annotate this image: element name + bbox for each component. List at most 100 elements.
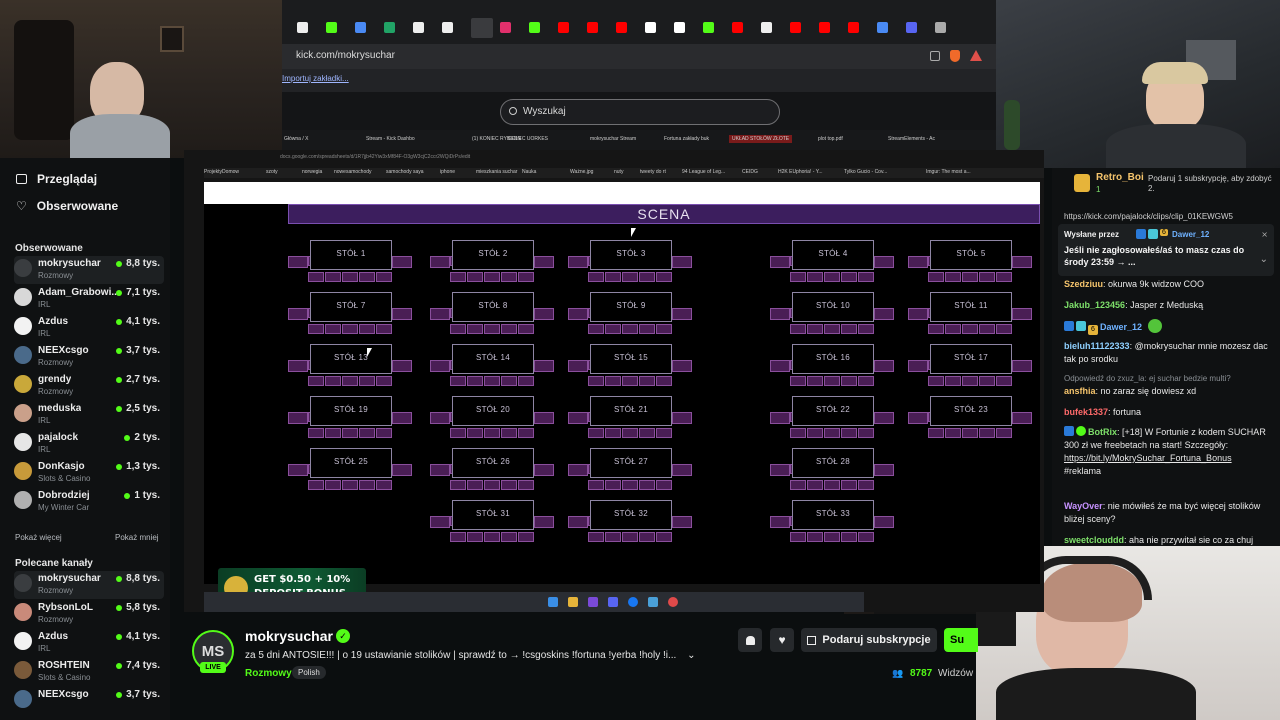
inner-tab[interactable]: GOLEC UORKES — [508, 136, 548, 142]
notification-bell-button[interactable] — [738, 628, 762, 652]
sheet-bookmark[interactable]: CEIDG — [742, 169, 758, 175]
category-link[interactable]: Rozmowy — [245, 668, 292, 679]
channel-item[interactable]: meduska IRL 2,5 tys. — [14, 401, 164, 429]
close-icon[interactable] — [471, 18, 493, 38]
chrome-icon[interactable] — [668, 597, 678, 607]
import-bookmarks-link[interactable]: Importuj zakładki... — [282, 74, 349, 83]
brave-rewards-icon[interactable] — [970, 50, 982, 61]
sheet-bookmark[interactable]: tweety do rt — [640, 169, 666, 175]
file-explorer-icon[interactable] — [568, 597, 578, 607]
channel-item[interactable]: RybsonLoL Rozmowy 5,8 tys. — [14, 600, 164, 628]
chat-clip-link[interactable]: https://kick.com/pajalock/clips/clip_01K… — [1064, 212, 1233, 221]
x-icon[interactable] — [442, 22, 453, 33]
subscribe-button[interactable]: Su — [944, 628, 978, 652]
streamer-name[interactable]: mokrysuchar — [245, 628, 333, 644]
chat-link[interactable]: https://bit.ly/MokrySuchar_Fortuna_Bonus — [1064, 453, 1232, 463]
inner-tab[interactable]: Fortuna zakłady buk — [664, 136, 709, 142]
chat-username[interactable]: WayOver — [1064, 501, 1103, 511]
google-icon[interactable] — [674, 22, 685, 33]
inner-tab[interactable]: Stream - Kick Dashbo — [366, 136, 415, 142]
channel-item[interactable]: mokrysuchar Rozmowy 8,8 tys. — [14, 256, 164, 284]
gift-prompt[interactable]: Podaruj 1 subskrypcję, aby zdobyć 2. — [1148, 174, 1276, 194]
docs-icon[interactable] — [355, 22, 366, 33]
show-more-link[interactable]: Pokaż więcej — [15, 533, 62, 542]
brave-shield-icon[interactable] — [950, 50, 960, 62]
chat-username[interactable]: sweetclouddd — [1064, 535, 1124, 545]
sheet-bookmark[interactable]: Nauka — [522, 169, 536, 175]
inner-tab[interactable]: StreamElements - Ac — [888, 136, 935, 142]
address-bar[interactable]: kick.com/mokrysuchar — [282, 44, 996, 69]
sheet-bookmark[interactable]: ProjektyDomow — [204, 169, 239, 175]
chat-username[interactable]: Szedziuu — [1064, 279, 1103, 289]
nav-followed[interactable]: ♡ Obserwowane — [16, 199, 118, 213]
kick-icon[interactable] — [703, 22, 714, 33]
pinned-by-user[interactable]: Dawer_12 — [1172, 230, 1209, 239]
channel-item[interactable]: Dobrodziej My Winter Car 1 tys. — [14, 488, 164, 516]
chevron-down-icon[interactable]: ⌄ — [687, 650, 695, 661]
chat-username[interactable]: BotRix — [1088, 427, 1117, 437]
follow-heart-button[interactable]: ♥ — [770, 628, 794, 652]
youtube-icon[interactable] — [790, 22, 801, 33]
sheet-bookmark[interactable]: Ważne.jpg — [570, 169, 593, 175]
channel-item[interactable]: Azdus IRL 4,1 tys. — [14, 629, 164, 657]
channel-item[interactable]: mokrysuchar Rozmowy 8,8 tys. — [14, 571, 164, 599]
sheet-bookmark[interactable]: samochody saya — [386, 169, 424, 175]
channel-item[interactable]: ROSHTEIN Slots & Casino 7,4 tys. — [14, 658, 164, 686]
sheets-icon[interactable] — [384, 22, 395, 33]
sheet-bookmark[interactable]: nuty — [614, 169, 623, 175]
x-icon[interactable] — [297, 22, 308, 33]
sheet-bookmark[interactable]: 94 League of Leg... — [682, 169, 725, 175]
sheet-bookmark[interactable]: iphone — [440, 169, 455, 175]
youtube-icon[interactable] — [819, 22, 830, 33]
docs-icon[interactable] — [877, 22, 888, 33]
google-icon[interactable] — [645, 22, 656, 33]
x-icon[interactable] — [761, 22, 772, 33]
sheet-bookmark[interactable]: Tylko Gucio - Cov... — [844, 169, 887, 175]
show-less-link[interactable]: Pokaż mniej — [115, 533, 159, 542]
app-icon[interactable] — [648, 597, 658, 607]
channel-item[interactable]: DonKasjo Slots & Casino 1,3 tys. — [14, 459, 164, 487]
discord-icon[interactable] — [608, 597, 618, 607]
channel-item[interactable]: NEEXcsgo 3,7 tys. — [14, 687, 164, 715]
gift-user[interactable]: Retro_Boi — [1096, 172, 1144, 183]
sheet-bookmark[interactable]: szoty — [266, 169, 278, 175]
sheet-bookmark[interactable]: mieszkania suchar — [476, 169, 517, 175]
language-tag[interactable]: Polish — [292, 666, 326, 679]
inner-tab[interactable]: UKŁAD STOŁÓW ZŁOTE — [729, 135, 793, 143]
sheet-bookmark[interactable]: nowesamochody — [334, 169, 372, 175]
channel-item[interactable]: pajalock IRL 2 tys. — [14, 430, 164, 458]
nav-browse[interactable]: Przeglądaj — [16, 172, 97, 186]
youtube-icon[interactable] — [587, 22, 598, 33]
chrome-icon[interactable] — [935, 22, 946, 33]
share-icon[interactable] — [930, 51, 940, 61]
app-icon[interactable] — [588, 597, 598, 607]
channel-item[interactable]: Adam_Grabowi... IRL 7,1 tys. — [14, 285, 164, 313]
x-icon[interactable] — [413, 22, 424, 33]
chat-username[interactable]: ansfhia — [1064, 386, 1096, 396]
inner-tab[interactable]: Główna / X — [284, 136, 308, 142]
chevron-down-icon[interactable]: ⌄ — [1260, 254, 1268, 265]
sheet-bookmark[interactable]: H2K EUphoria! - Y... — [778, 169, 823, 175]
sheet-bookmark[interactable]: norwegia — [302, 169, 322, 175]
youtube-icon[interactable] — [848, 22, 859, 33]
messenger-icon[interactable] — [628, 597, 638, 607]
youtube-icon[interactable] — [732, 22, 743, 33]
unpin-icon[interactable]: ⨯ — [1261, 230, 1268, 239]
chat-username[interactable]: bieluh11122333 — [1064, 341, 1130, 351]
inner-tab[interactable]: mokrysuchar Stream — [590, 136, 636, 142]
kick-icon[interactable] — [529, 22, 540, 33]
discord-icon[interactable] — [906, 22, 917, 33]
youtube-icon[interactable] — [558, 22, 569, 33]
channel-item[interactable]: NEEXcsgo Rozmowy 3,7 tys. — [14, 343, 164, 371]
sheet-bookmark[interactable]: Imgur: The most a... — [926, 169, 971, 175]
kick-icon[interactable] — [326, 22, 337, 33]
channel-item[interactable]: grendy Rozmowy 2,7 tys. — [14, 372, 164, 400]
instagram-icon[interactable] — [500, 22, 511, 33]
pinned-message[interactable]: Wysłane przez 6 Dawer_12 ⨯ Jeśli nie zag… — [1058, 224, 1274, 276]
youtube-icon[interactable] — [616, 22, 627, 33]
chat-username[interactable]: bufek1337 — [1064, 407, 1108, 417]
channel-item[interactable]: Azdus IRL 4,1 tys. — [14, 314, 164, 342]
inner-tab[interactable]: plot top.pdf — [818, 136, 843, 142]
chat-username[interactable]: Jakub_123456 — [1064, 300, 1125, 310]
windows-start-icon[interactable] — [548, 597, 558, 607]
